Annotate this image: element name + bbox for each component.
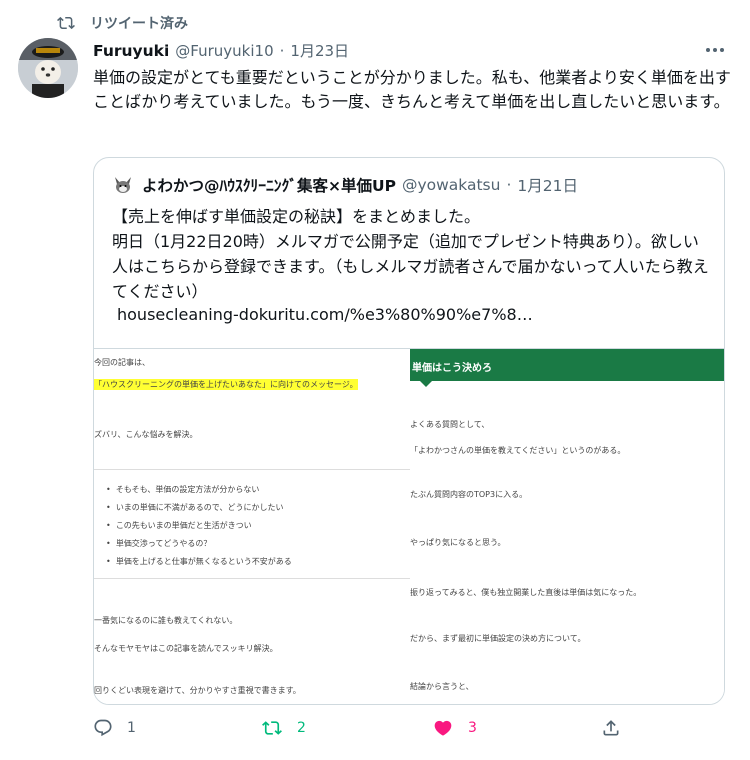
author-handle[interactable]: @Furuyuki10 (175, 42, 273, 60)
avatar[interactable] (18, 38, 78, 98)
media-left-pane: 今回の記事は、 「ハウスクリーニングの単価を上げたいあなた」に向けてのメッセージ… (94, 349, 410, 704)
heading-arrow (420, 381, 432, 387)
media-right-pane: 単価はこう決めろ よくある質問として、 「よわかつさんの単価を教えてください」と… (410, 349, 724, 704)
media-text: ズバリ、こんな悩みを解決。 (94, 430, 198, 439)
reply-icon (94, 719, 112, 737)
reply-button[interactable]: 1 (93, 718, 136, 738)
retweet-banner: リツイート済み (56, 13, 188, 33)
media-text: だから、まず最初に単価設定の決め方について。 (410, 634, 586, 643)
more-dots-icon (706, 48, 724, 52)
share-icon (603, 720, 619, 736)
like-count: 3 (468, 720, 477, 736)
media-text: 今回の記事は、 (94, 358, 150, 367)
retweet-button[interactable]: 2 (261, 718, 306, 738)
quoted-tweet[interactable]: よわかつ@ﾊｳｽｸﾘｰﾆﾝｸﾞ集客×単価UP @yowakatsu · 1月21… (93, 157, 725, 705)
media-text: 振り返ってみると、僕も独立開業した直後は単価は気になった。 (410, 588, 642, 597)
media-text: そんなモヤモヤはこの記事を読んでスッキリ解決。 (94, 644, 278, 653)
separator-dot: · (506, 176, 512, 194)
author-name[interactable]: Furuyuki (93, 42, 169, 60)
quoted-line-1: 【売上を伸ばす単価設定の秘訣】をまとめました。 (112, 207, 481, 226)
quoted-date: 1月21日 (517, 177, 578, 195)
media-text: 回りくどい表現を避けて、分かりやすさ重視で書きます。 (94, 686, 301, 695)
tweet-header: Furuyuki @Furuyuki10 · 1月23日 (93, 40, 349, 61)
retweet-count: 2 (297, 720, 306, 736)
quoted-link[interactable]: housecleaning-dokuritu.com/%e3%80%90%e7%… (117, 305, 533, 324)
media-text: やっぱり気になると思う。 (410, 538, 506, 547)
media-bullet-box: • そもそも、単価の設定方法が分からない • いまの単価に不満があるので、どうに… (94, 469, 410, 579)
like-button[interactable]: 3 (432, 718, 477, 738)
reply-count: 1 (127, 720, 136, 736)
tweet-date[interactable]: 1月23日 (290, 40, 349, 61)
quoted-line-2: 明日（1月22日20時）メルマガで公開予定（追加でプレゼント特典あり）。欲しい人… (112, 232, 709, 301)
media-bullet: 単価を上げると仕事が無くなるという不安がある (115, 557, 292, 566)
media-text: たぶん質問内容のTOP3に入る。 (410, 490, 528, 499)
media-text: よくある質問として、 (410, 420, 490, 429)
share-button[interactable] (601, 718, 621, 738)
quoted-author-name: よわかつ@ﾊｳｽｸﾘｰﾆﾝｸﾞ集客×単価UP (142, 177, 396, 195)
quoted-tweet-header: よわかつ@ﾊｳｽｸﾘｰﾆﾝｸﾞ集客×単価UP @yowakatsu · 1月21… (112, 174, 578, 196)
media-text: 「よわかつさんの単価を教えてください」というのがある。 (410, 446, 626, 455)
retweet-banner-label: リツイート済み (90, 16, 188, 32)
media-bullet: そもそも、単価の設定方法が分からない (115, 485, 260, 494)
media-bullet: この先もいまの単価だと生活がきつい (115, 521, 252, 530)
quoted-tweet-text: 【売上を伸ばす単価設定の秘訣】をまとめました。 明日（1月22日20時）メルマガ… (112, 204, 712, 304)
quoted-author-handle: @yowakatsu (401, 176, 501, 194)
tweet-actions: 1 2 3 (93, 718, 653, 748)
media-text: 一番気になるのに誰も教えてくれない。 (94, 616, 238, 625)
separator-dot: · (279, 42, 285, 60)
retweet-icon (57, 16, 75, 30)
more-options-button[interactable] (703, 40, 727, 60)
heart-icon (434, 720, 452, 736)
media-bullet: 単価交渉ってどうやるの？ (115, 539, 212, 548)
media-highlight-text: 「ハウスクリーニングの単価を上げたいあなた」に向けてのメッセージ。 (94, 379, 358, 390)
retweet-icon (262, 721, 282, 735)
tweet-text: 単価の設定がとても重要だということが分かりました。私も、他業者より安く単価を出す… (93, 68, 731, 111)
media-heading: 単価はこう決めろ (410, 349, 724, 381)
media-bullet: いまの単価に不満があるので、どうにかしたい (115, 503, 284, 512)
media-text: 結論から言うと、 (410, 682, 474, 691)
quoted-avatar (112, 174, 134, 196)
media-preview[interactable]: 今回の記事は、 「ハウスクリーニングの単価を上げたいあなた」に向けてのメッセージ… (94, 348, 724, 704)
